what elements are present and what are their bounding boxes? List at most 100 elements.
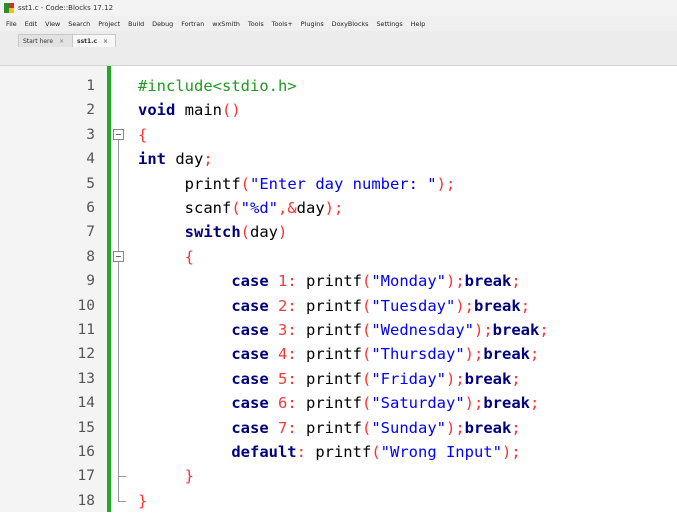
code-line[interactable]: case 1: printf("Monday");break; (138, 269, 521, 293)
menu-item-tools[interactable]: Tools (248, 20, 264, 28)
code-token: 6 (268, 394, 288, 413)
code-token: ( (362, 321, 372, 339)
code-token: "Thursday" (371, 345, 465, 364)
code-token: ); (501, 443, 521, 461)
fold-toggle-icon[interactable] (113, 128, 124, 140)
code-token: { (138, 125, 148, 144)
code-token: break (474, 296, 521, 315)
code-line[interactable]: case 4: printf("Thursday");break; (138, 342, 539, 366)
line-number: 12 (77, 346, 95, 363)
code-token: ( (240, 174, 250, 193)
codeblocks-window: sst1.c - Code::Blocks 17.12 File Edit View… (0, 0, 677, 512)
code-token: ; (539, 321, 549, 339)
code-token: printf (296, 321, 362, 339)
fold-toggle-icon[interactable] (113, 250, 124, 262)
code-token: ; (520, 296, 531, 315)
code-token: : (287, 345, 297, 364)
code-line[interactable]: case 6: printf("Saturday");break; (138, 391, 539, 415)
code-line[interactable]: } (138, 489, 147, 513)
menu-item-fortran[interactable]: Fortran (181, 20, 204, 28)
menu-item-tools-[interactable]: Tools+ (272, 20, 293, 28)
code-token: : (287, 272, 297, 291)
code-line[interactable]: } (138, 464, 194, 488)
code-token: "Wrong Input" (380, 443, 502, 461)
code-token: ( (371, 443, 381, 461)
code-token: ; (511, 272, 521, 291)
code-line[interactable]: { (138, 123, 147, 147)
menu-item-file[interactable]: File (6, 20, 17, 28)
tab-start-here[interactable]: Start here × (18, 34, 80, 47)
close-icon[interactable]: × (59, 38, 64, 45)
line-number: 14 (77, 395, 95, 412)
line-number-gutter: 1 2 3 4 5 6 7 8 9 10 11 12 13 14 15 16 17 18 (0, 66, 107, 512)
tab-sst1-c[interactable]: sst1.c × (72, 34, 116, 47)
code-token: printf (296, 272, 362, 291)
code-token: case (138, 394, 269, 413)
code-token: ) (278, 223, 288, 242)
code-token: ; (530, 394, 540, 413)
code-token: break (464, 272, 512, 291)
menu-item-build[interactable]: Build (128, 20, 144, 28)
code-line[interactable]: scanf("%d",&day); (138, 196, 344, 220)
code-token: "Friday" (371, 369, 446, 388)
code-token: "Saturday" (371, 394, 465, 413)
code-token: : (296, 443, 306, 461)
code-line[interactable]: case 7: printf("Sunday");break; (138, 416, 521, 440)
code-token: ); (446, 272, 465, 291)
code-line[interactable]: printf("Enter day number: "); (138, 172, 456, 196)
code-token: ); (474, 321, 493, 339)
code-token: printf (296, 345, 362, 364)
line-number: 5 (86, 175, 95, 192)
code-line[interactable]: case 3: printf("Wednesday");break; (138, 318, 549, 342)
code-line[interactable]: default: printf("Wrong Input"); (138, 440, 521, 464)
codeblocks-logo-icon (4, 3, 14, 13)
code-token: : (287, 321, 297, 339)
code-token: #include<stdio.h> (138, 77, 297, 95)
code-token: ( (362, 345, 372, 364)
code-token: "%d" (240, 199, 278, 217)
code-token: printf (296, 369, 362, 388)
code-token: "Tuesday" (371, 296, 456, 315)
code-token: ); (446, 418, 465, 437)
code-token: "Wednesday" (371, 321, 474, 339)
editor-tab-bar: Start here × sst1.c × (0, 31, 677, 66)
menu-item-view[interactable]: View (45, 20, 60, 28)
code-token: "Enter day number: " (250, 174, 437, 193)
code-token: case (138, 369, 269, 388)
line-number: 2 (86, 102, 95, 119)
menu-item-debug[interactable]: Debug (152, 20, 173, 28)
code-token: } (138, 467, 194, 486)
code-token: scanf (138, 199, 232, 217)
fold-guide-line (118, 139, 119, 501)
code-line[interactable]: switch(day) (138, 220, 288, 244)
menu-item-help[interactable]: Help (411, 20, 426, 28)
code-token: : (287, 394, 297, 413)
code-token: printf (305, 443, 372, 461)
code-token: ; (511, 418, 521, 437)
code-token: break (464, 369, 512, 388)
code-line[interactable]: int day; (138, 147, 213, 171)
code-token: () (222, 101, 241, 120)
code-editor[interactable]: 1 2 3 4 5 6 7 8 9 10 11 12 13 14 15 16 17 18 #include<std… (0, 66, 677, 512)
menu-item-search[interactable]: Search (68, 20, 90, 28)
window-title: sst1.c - Code::Blocks 17.12 (18, 4, 114, 12)
code-line[interactable]: case 5: printf("Friday");break; (138, 367, 520, 391)
menu-item-plugins[interactable]: Plugins (301, 20, 324, 28)
code-line[interactable]: void main() (138, 98, 241, 122)
code-line[interactable]: case 2: printf("Tuesday");break; (138, 294, 530, 318)
menu-item-settings[interactable]: Settings (376, 20, 402, 28)
code-line[interactable]: { (138, 245, 194, 269)
code-token: "Monday" (371, 272, 446, 291)
menu-item-project[interactable]: Project (98, 20, 120, 28)
code-token: } (138, 491, 148, 510)
menu-item-edit[interactable]: Edit (25, 20, 37, 28)
code-line[interactable]: #include<stdio.h> (138, 74, 297, 98)
menu-item-wxsmith[interactable]: wxSmith (212, 20, 240, 28)
line-number: 13 (77, 370, 95, 387)
code-token: ); (436, 174, 456, 193)
code-token: 7 (268, 418, 288, 437)
code-token: case (138, 321, 269, 339)
code-token: ); (464, 394, 484, 413)
close-icon[interactable]: × (103, 38, 108, 45)
menu-item-doxyblocks[interactable]: DoxyBlocks (332, 20, 369, 28)
